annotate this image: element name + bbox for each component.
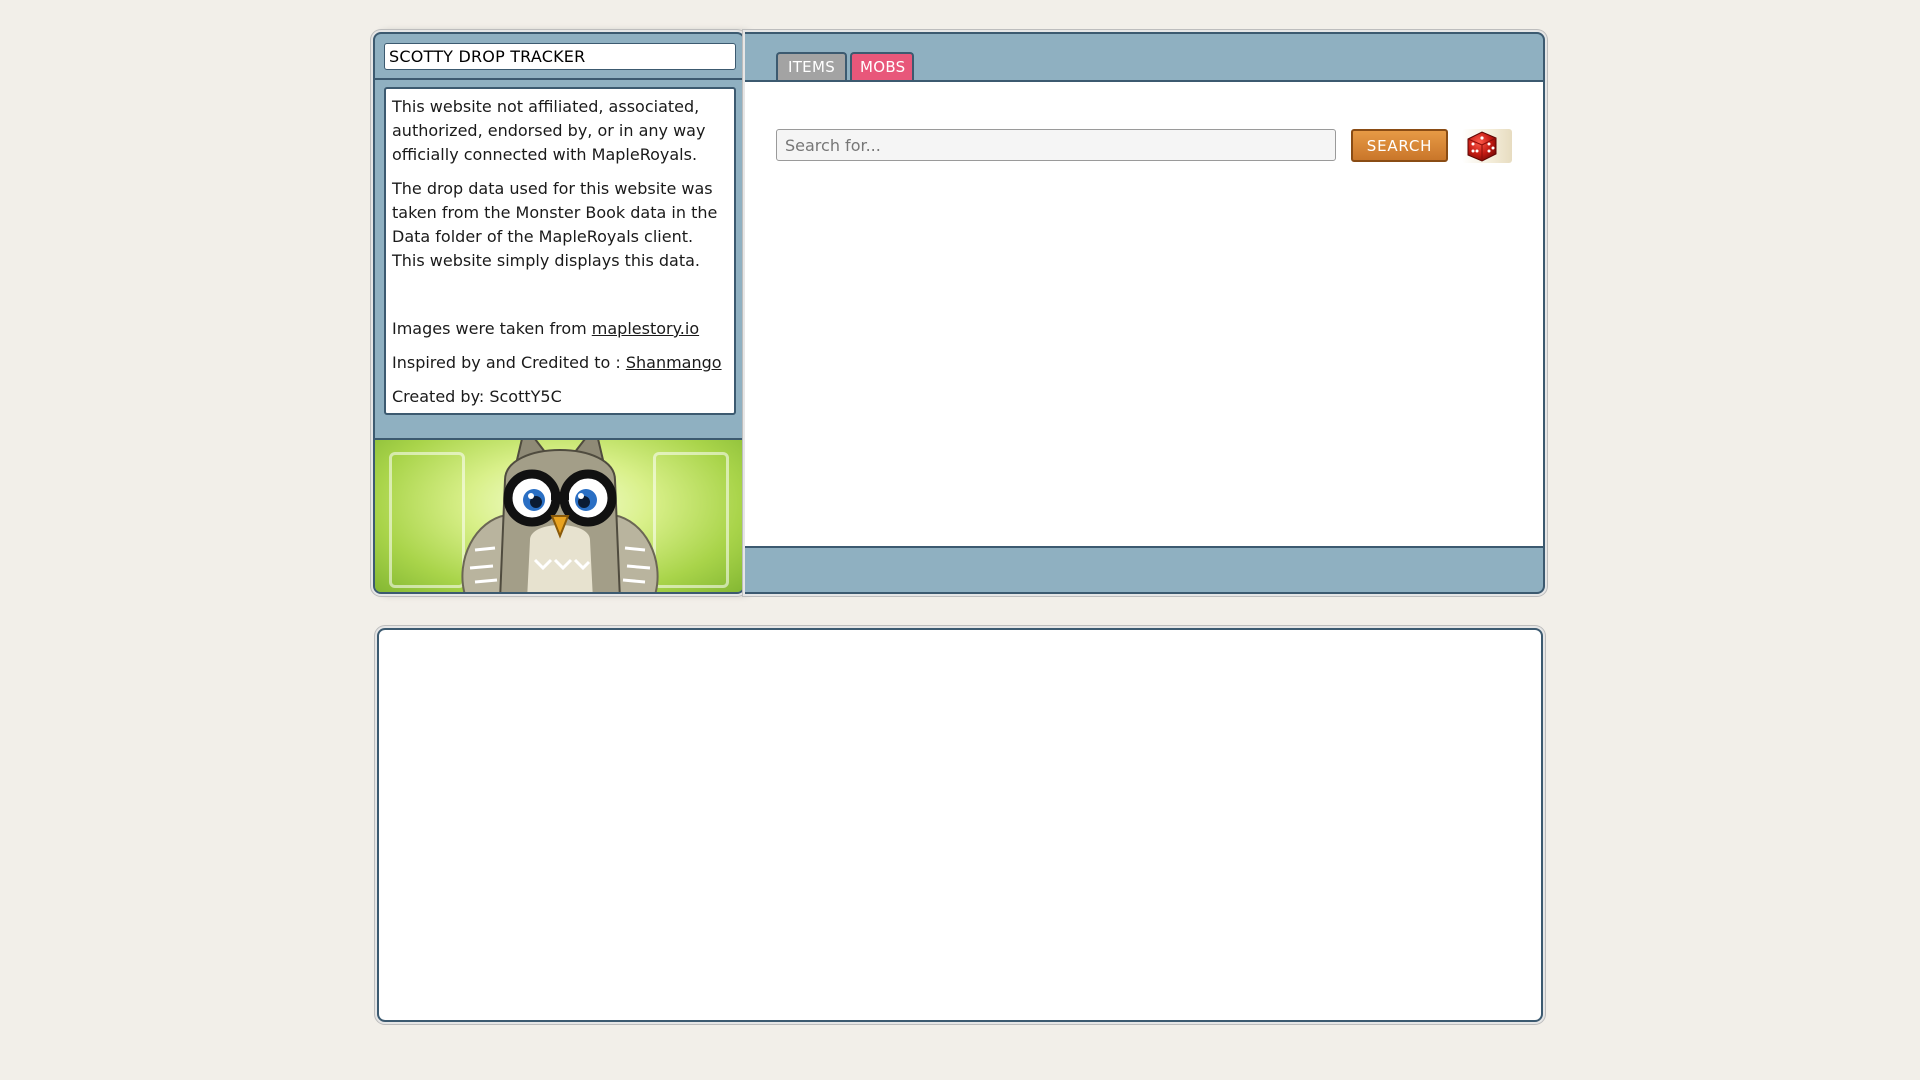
created-by-text: Created by: ScottY5C bbox=[392, 387, 562, 406]
dice-icon bbox=[1467, 131, 1497, 162]
inspiration-credit: Inspired by and Credited to : Shanmango bbox=[392, 351, 728, 375]
search-area: SEARCH bbox=[745, 80, 1543, 548]
app-title: SCOTTY DROP TRACKER bbox=[384, 43, 736, 70]
tab-mobs[interactable]: MOBS bbox=[850, 52, 914, 80]
info-panel: SCOTTY DROP TRACKER This website not aff… bbox=[373, 32, 745, 594]
inspiration-credit-prefix: Inspired by and Credited to : bbox=[392, 353, 626, 372]
search-panel: ITEMS MOBS SEARCH bbox=[745, 32, 1545, 594]
title-divider bbox=[375, 78, 743, 80]
data-source-text: The drop data used for this website was … bbox=[392, 179, 718, 270]
owl-illustration bbox=[461, 440, 659, 592]
search-input[interactable] bbox=[776, 129, 1336, 161]
images-credit-prefix: Images were taken from bbox=[392, 319, 592, 338]
shanmango-link[interactable]: Shanmango bbox=[626, 353, 722, 372]
search-button[interactable]: SEARCH bbox=[1351, 129, 1448, 162]
tab-bar: ITEMS MOBS bbox=[776, 52, 914, 80]
results-panel bbox=[377, 628, 1543, 1022]
maplestory-io-link[interactable]: maplestory.io bbox=[592, 319, 699, 338]
images-credit: Images were taken from maplestory.io bbox=[392, 317, 728, 341]
tab-items[interactable]: ITEMS bbox=[776, 52, 847, 80]
info-box: This website not affiliated, associated,… bbox=[384, 87, 736, 415]
random-button[interactable] bbox=[1462, 129, 1512, 163]
disclaimer-text: This website not affiliated, associated,… bbox=[392, 97, 706, 164]
owl-banner bbox=[375, 438, 743, 592]
